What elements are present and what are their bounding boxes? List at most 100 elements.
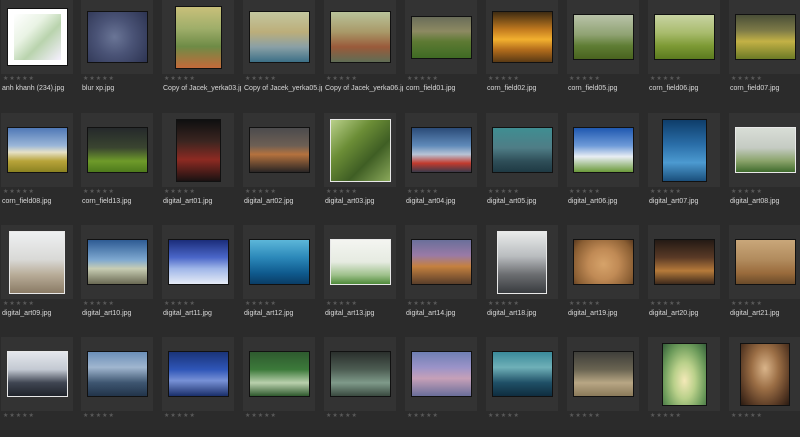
thumbnail-image[interactable] bbox=[168, 351, 229, 397]
thumbnail-image[interactable] bbox=[7, 351, 68, 397]
thumbnail-image[interactable] bbox=[492, 11, 553, 63]
rating-stars[interactable]: ★★★★★ bbox=[569, 413, 601, 419]
rating-stars[interactable]: ★★★★★ bbox=[407, 413, 439, 419]
rating-stars[interactable]: ★★★★★ bbox=[650, 189, 682, 195]
rating-stars[interactable]: ★★★★★ bbox=[731, 76, 763, 82]
rating-stars[interactable]: ★★★★★ bbox=[488, 189, 520, 195]
thumbnail-image[interactable] bbox=[87, 351, 148, 397]
thumbnail-image[interactable] bbox=[662, 343, 707, 406]
thumbnail-item[interactable]: ★★★★★ digital_art12.jpg bbox=[242, 225, 322, 325]
rating-stars[interactable]: ★★★★★ bbox=[326, 413, 358, 419]
thumbnail-item[interactable]: ★★★★★ digital_art08.jpg bbox=[728, 113, 800, 213]
thumbnail-item[interactable]: ★★★★★ blur xp.jpg bbox=[80, 0, 160, 100]
thumbnail-item[interactable]: ★★★★★ digital_art21.jpg bbox=[728, 225, 800, 325]
thumbnail-image[interactable] bbox=[330, 351, 391, 397]
rating-stars[interactable]: ★★★★★ bbox=[83, 76, 115, 82]
rating-stars[interactable]: ★★★★★ bbox=[326, 189, 358, 195]
thumbnail-item[interactable]: ★★★★★ digital_art13.jpg bbox=[323, 225, 403, 325]
thumbnail-item[interactable]: ★★★★★ digital_art20.jpg bbox=[647, 225, 727, 325]
thumbnail-image[interactable] bbox=[330, 11, 391, 63]
thumbnail-item[interactable]: ★★★★★ bbox=[161, 337, 241, 437]
thumbnail-item[interactable]: ★★★★★ corn_field02.jpg bbox=[485, 0, 565, 100]
rating-stars[interactable]: ★★★★★ bbox=[326, 301, 358, 307]
thumbnail-image[interactable] bbox=[168, 239, 229, 285]
thumbnail-image[interactable] bbox=[7, 8, 68, 66]
rating-stars[interactable]: ★★★★★ bbox=[569, 189, 601, 195]
thumbnail-image[interactable] bbox=[87, 239, 148, 285]
rating-stars[interactable]: ★★★★★ bbox=[488, 301, 520, 307]
thumbnail-image[interactable] bbox=[411, 16, 472, 59]
rating-stars[interactable]: ★★★★★ bbox=[164, 76, 196, 82]
thumbnail-image[interactable] bbox=[249, 239, 310, 285]
thumbnail-image[interactable] bbox=[573, 239, 634, 285]
rating-stars[interactable]: ★★★★★ bbox=[245, 413, 277, 419]
thumbnail-item[interactable]: ★★★★★ Copy of Jacek_yerka03.jpg bbox=[161, 0, 241, 100]
thumbnail-item[interactable]: ★★★★★ bbox=[0, 337, 80, 437]
rating-stars[interactable]: ★★★★★ bbox=[650, 76, 682, 82]
thumbnail-image[interactable] bbox=[249, 11, 310, 63]
thumbnail-image[interactable] bbox=[492, 351, 553, 397]
rating-stars[interactable]: ★★★★★ bbox=[407, 189, 439, 195]
rating-stars[interactable]: ★★★★★ bbox=[731, 189, 763, 195]
thumbnail-item[interactable]: ★★★★★ corn_field06.jpg bbox=[647, 0, 727, 100]
thumbnail-item[interactable]: ★★★★★ digital_art18.jpg bbox=[485, 225, 565, 325]
thumbnail-item[interactable]: ★★★★★ digital_art11.jpg bbox=[161, 225, 241, 325]
rating-stars[interactable]: ★★★★★ bbox=[245, 301, 277, 307]
thumbnail-item[interactable]: ★★★★★ digital_art01.jpg bbox=[161, 113, 241, 213]
rating-stars[interactable]: ★★★★★ bbox=[569, 76, 601, 82]
rating-stars[interactable]: ★★★★★ bbox=[245, 189, 277, 195]
thumbnail-item[interactable]: ★★★★★ digital_art02.jpg bbox=[242, 113, 322, 213]
rating-stars[interactable]: ★★★★★ bbox=[407, 76, 439, 82]
thumbnail-item[interactable]: ★★★★★ digital_art04.jpg bbox=[404, 113, 484, 213]
thumbnail-image[interactable] bbox=[9, 231, 65, 294]
thumbnail-item[interactable]: ★★★★★ digital_art09.jpg bbox=[0, 225, 80, 325]
thumbnail-item[interactable]: ★★★★★ digital_art05.jpg bbox=[485, 113, 565, 213]
rating-stars[interactable]: ★★★★★ bbox=[569, 301, 601, 307]
thumbnail-image[interactable] bbox=[740, 343, 790, 406]
rating-stars[interactable]: ★★★★★ bbox=[731, 413, 763, 419]
rating-stars[interactable]: ★★★★★ bbox=[326, 76, 358, 82]
thumbnail-image[interactable] bbox=[654, 239, 715, 285]
rating-stars[interactable]: ★★★★★ bbox=[164, 189, 196, 195]
rating-stars[interactable]: ★★★★★ bbox=[164, 413, 196, 419]
rating-stars[interactable]: ★★★★★ bbox=[731, 301, 763, 307]
thumbnail-item[interactable]: ★★★★★ bbox=[323, 337, 403, 437]
rating-stars[interactable]: ★★★★★ bbox=[83, 189, 115, 195]
thumbnail-image[interactable] bbox=[330, 119, 391, 182]
thumbnail-image[interactable] bbox=[249, 351, 310, 397]
thumbnail-image[interactable] bbox=[330, 239, 391, 285]
thumbnail-image[interactable] bbox=[411, 351, 472, 397]
thumbnail-image[interactable] bbox=[497, 231, 547, 294]
thumbnail-image[interactable] bbox=[573, 127, 634, 173]
thumbnail-image[interactable] bbox=[573, 351, 634, 397]
rating-stars[interactable]: ★★★★★ bbox=[3, 189, 35, 195]
thumbnail-image[interactable] bbox=[573, 14, 634, 60]
rating-stars[interactable]: ★★★★★ bbox=[3, 413, 35, 419]
rating-stars[interactable]: ★★★★★ bbox=[650, 413, 682, 419]
thumbnail-item[interactable]: ★★★★★ digital_art14.jpg bbox=[404, 225, 484, 325]
thumbnail-item[interactable]: ★★★★★ digital_art03.jpg bbox=[323, 113, 403, 213]
thumbnail-item[interactable]: ★★★★★ bbox=[242, 337, 322, 437]
thumbnail-image[interactable] bbox=[249, 127, 310, 173]
thumbnail-image[interactable] bbox=[7, 127, 68, 173]
thumbnail-image[interactable] bbox=[654, 14, 715, 60]
thumbnail-item[interactable]: ★★★★★ bbox=[647, 337, 727, 437]
thumbnail-image[interactable] bbox=[735, 14, 796, 60]
thumbnail-image[interactable] bbox=[87, 11, 148, 63]
thumbnail-item[interactable]: ★★★★★ digital_art06.jpg bbox=[566, 113, 646, 213]
rating-stars[interactable]: ★★★★★ bbox=[488, 413, 520, 419]
rating-stars[interactable]: ★★★★★ bbox=[83, 301, 115, 307]
thumbnail-item[interactable]: ★★★★★ anh khanh (234).jpg bbox=[0, 0, 80, 100]
thumbnail-image[interactable] bbox=[411, 239, 472, 285]
thumbnail-item[interactable]: ★★★★★ corn_field13.jpg bbox=[80, 113, 160, 213]
thumbnail-image[interactable] bbox=[492, 127, 553, 173]
thumbnail-image[interactable] bbox=[176, 119, 221, 182]
rating-stars[interactable]: ★★★★★ bbox=[3, 301, 35, 307]
thumbnail-item[interactable]: ★★★★★ corn_field08.jpg bbox=[0, 113, 80, 213]
thumbnail-item[interactable]: ★★★★★ digital_art19.jpg bbox=[566, 225, 646, 325]
rating-stars[interactable]: ★★★★★ bbox=[3, 76, 35, 82]
rating-stars[interactable]: ★★★★★ bbox=[83, 413, 115, 419]
rating-stars[interactable]: ★★★★★ bbox=[407, 301, 439, 307]
thumbnail-image[interactable] bbox=[662, 119, 707, 182]
thumbnail-image[interactable] bbox=[735, 239, 796, 285]
